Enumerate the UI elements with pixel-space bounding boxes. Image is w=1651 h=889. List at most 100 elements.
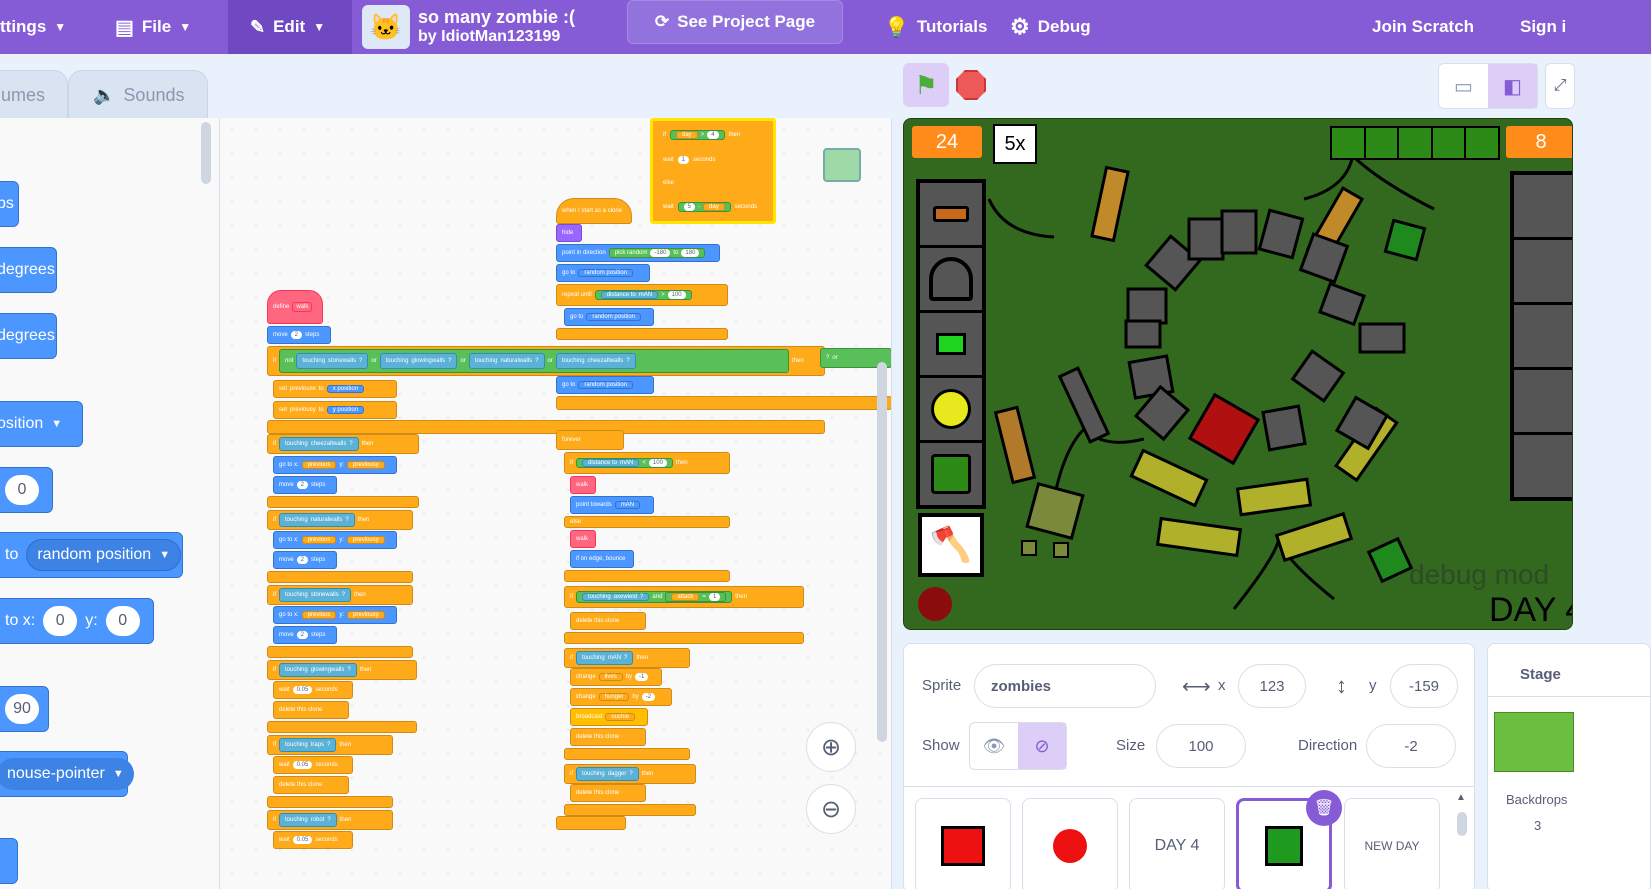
settings-menu[interactable]: ttings ▼	[0, 0, 66, 54]
stop-button[interactable]	[956, 70, 986, 100]
green-flag-button[interactable]: ⚑	[903, 63, 949, 107]
edge-bounce-block[interactable]: if on edge, bounce	[570, 550, 634, 568]
goto-random-block[interactable]: go to random position	[556, 376, 654, 394]
fullscreen-button[interactable]: ⤢	[1545, 63, 1575, 109]
if-touching-man-block[interactable]: if touching mAN? then	[564, 648, 690, 668]
sprite-thumb-day[interactable]: DAY 4	[1129, 798, 1225, 889]
delete-clone-block[interactable]: delete this clone	[570, 612, 646, 630]
inventory-slot[interactable]	[1514, 240, 1572, 305]
palette-scrollbar[interactable]	[201, 122, 211, 184]
turn-left-block[interactable]: degrees	[0, 313, 57, 359]
tab-costumes[interactable]: umes	[0, 70, 68, 120]
see-project-button[interactable]: ⟳ See Project Page	[627, 0, 843, 44]
sprite-name-input[interactable]: zombies	[974, 664, 1156, 708]
move-block[interactable]: move 2 steps	[273, 551, 337, 569]
scroll-up-icon[interactable]: ▲	[1456, 792, 1466, 803]
if-touching-traps-block[interactable]: if touching traps? then	[267, 735, 393, 755]
direction-input[interactable]: -2	[1366, 724, 1456, 768]
goto-xy-block[interactable]: go to x: previous y: previousy	[273, 456, 397, 474]
when-clone-hat[interactable]: when I start as a clone	[556, 198, 632, 224]
goto-xy-block[interactable]: go to x: previous y: previousy	[273, 531, 397, 549]
if-day-block[interactable]: if day >4 then wait 1 seconds else wait 5- day s…	[650, 118, 776, 224]
delete-clone-block[interactable]: delete this clone	[570, 728, 646, 746]
workspace-scrollbar[interactable]	[877, 362, 887, 742]
point-direction-block[interactable]: 90	[0, 686, 49, 732]
point-towards-block[interactable]: nouse-pointer ▼	[0, 751, 134, 797]
sprite-thumb-door[interactable]	[915, 798, 1011, 889]
wait-block[interactable]: wait 0.05 seconds	[273, 756, 353, 774]
if-touching-dagger-block[interactable]: if touching dagger? then	[564, 764, 696, 784]
wait-block[interactable]: wait 0.05 seconds	[273, 831, 353, 849]
if-touching-robot-block[interactable]: if touching robot? then	[267, 810, 393, 830]
go-to-xy-block[interactable]: to x: 0 y: 0	[0, 598, 154, 644]
broadcast-block[interactable]: broadcast ouchie	[570, 708, 648, 726]
project-info[interactable]: 🐱 so many zombie :(by IdiotMan123199	[362, 0, 575, 54]
inventory-slot[interactable]	[1514, 370, 1572, 435]
edit-menu[interactable]: ✎ Edit ▼	[228, 0, 352, 54]
small-stage-button[interactable]: ▭	[1439, 64, 1488, 108]
target-dropdown[interactable]: random position ▼	[26, 539, 182, 571]
stage-canvas[interactable]: 24 5x 8 🪓 debug mod DAY	[903, 118, 1573, 630]
size-input[interactable]: 100	[1156, 724, 1246, 768]
show-button[interactable]: 👁	[970, 723, 1018, 769]
if-touching-stone-block[interactable]: if touching stonewalls? then	[267, 585, 413, 605]
script-workspace[interactable]: define walk move 2 steps if not touching sto…	[220, 118, 892, 889]
goto-random-block[interactable]: go to random position	[564, 308, 654, 326]
tutorials-button[interactable]: 💡 Tutorials	[884, 0, 987, 54]
hide-block[interactable]: hide	[556, 224, 582, 242]
delete-clone-block[interactable]: delete this clone	[570, 784, 646, 802]
y-input[interactable]: 0	[105, 606, 140, 636]
move-block[interactable]: move 2 steps	[267, 326, 331, 344]
walk-call-block[interactable]: walk	[570, 530, 596, 548]
if-distance-block[interactable]: if distance to mAN <100 then	[564, 452, 730, 474]
move-block[interactable]: move 2 steps	[273, 476, 337, 494]
inventory-slot[interactable]	[1514, 305, 1572, 370]
number-input[interactable]: 0	[5, 475, 39, 505]
set-previousx-block[interactable]: set previousx to x position	[273, 380, 397, 398]
direction-input[interactable]: 90	[5, 694, 39, 724]
repeat-until-block[interactable]: repeat until distance to mAN >100	[556, 284, 728, 306]
turn-right-block[interactable]: degrees	[0, 247, 57, 293]
delete-clone-block[interactable]: delete this clone	[273, 701, 349, 719]
go-to-target-block[interactable]: to random position ▼	[0, 532, 183, 578]
set-previousy-block[interactable]: set previousy to y position	[273, 401, 397, 419]
if-axewield-block[interactable]: if touching axewield? and attack = 1 then	[564, 586, 804, 608]
delete-clone-block[interactable]: delete this clone	[273, 776, 349, 794]
glide-block[interactable]	[0, 838, 18, 884]
move-steps-block[interactable]: ps	[0, 181, 19, 227]
x-input[interactable]: 0	[43, 606, 78, 636]
move-block[interactable]: move 2 steps	[273, 626, 337, 644]
debug-button[interactable]: ⚙ Debug	[1010, 0, 1091, 54]
if-touching-natural-block[interactable]: if touching naturalwalls? then	[267, 510, 413, 530]
wait-block[interactable]: wait 0.05 seconds	[273, 681, 353, 699]
towards-dropdown[interactable]: nouse-pointer ▼	[0, 758, 134, 790]
zoom-out-button[interactable]: ⊖	[806, 784, 856, 834]
sprite-list-scrollbar[interactable]	[1457, 812, 1467, 836]
hide-button[interactable]: ⊘	[1018, 723, 1066, 769]
go-to-position-block[interactable]: osition ▼	[0, 401, 83, 447]
goto-xy-block[interactable]: go to x: previous y: previouxy	[273, 606, 397, 624]
point-towards-block[interactable]: point towards mAN	[570, 496, 654, 514]
point-direction-block[interactable]: point in direction pick random -180 to 180	[556, 244, 720, 262]
comment-note[interactable]	[823, 148, 861, 182]
y-input[interactable]: -159	[1390, 664, 1458, 708]
rotate-block[interactable]: 0	[0, 467, 53, 513]
define-walk-block[interactable]: define walk	[267, 290, 323, 324]
if-touching-glowing-block[interactable]: if touching glowingwalls? then	[267, 660, 417, 680]
inventory-slot[interactable]	[1514, 435, 1572, 497]
sign-in-link[interactable]: Sign i	[1520, 0, 1566, 54]
if-not-touching-block[interactable]: if not touching stonewalls? or touching glo…	[267, 346, 825, 376]
goto-random-block[interactable]: go to random position	[556, 264, 650, 282]
walk-call-block[interactable]: walk	[570, 476, 596, 494]
large-stage-button[interactable]: ◧	[1488, 64, 1537, 108]
inventory-slot[interactable]	[1514, 175, 1572, 240]
file-menu[interactable]: ▤ File ▼	[115, 0, 191, 54]
sprite-thumb-newday[interactable]: NEW DAY	[1344, 798, 1440, 889]
x-input[interactable]: 123	[1238, 664, 1306, 708]
tab-sounds[interactable]: 🔈 Sounds	[68, 70, 208, 120]
delete-sprite-button[interactable]: 🗑	[1306, 790, 1342, 826]
forever-block[interactable]: forever	[556, 430, 624, 450]
sprite-thumb-dot[interactable]	[1022, 798, 1118, 889]
stage-target-pane[interactable]: Stage Backdrops 3	[1487, 643, 1651, 889]
if-touching-cheez-block[interactable]: if touching cheezaltwalls? then	[267, 434, 419, 454]
